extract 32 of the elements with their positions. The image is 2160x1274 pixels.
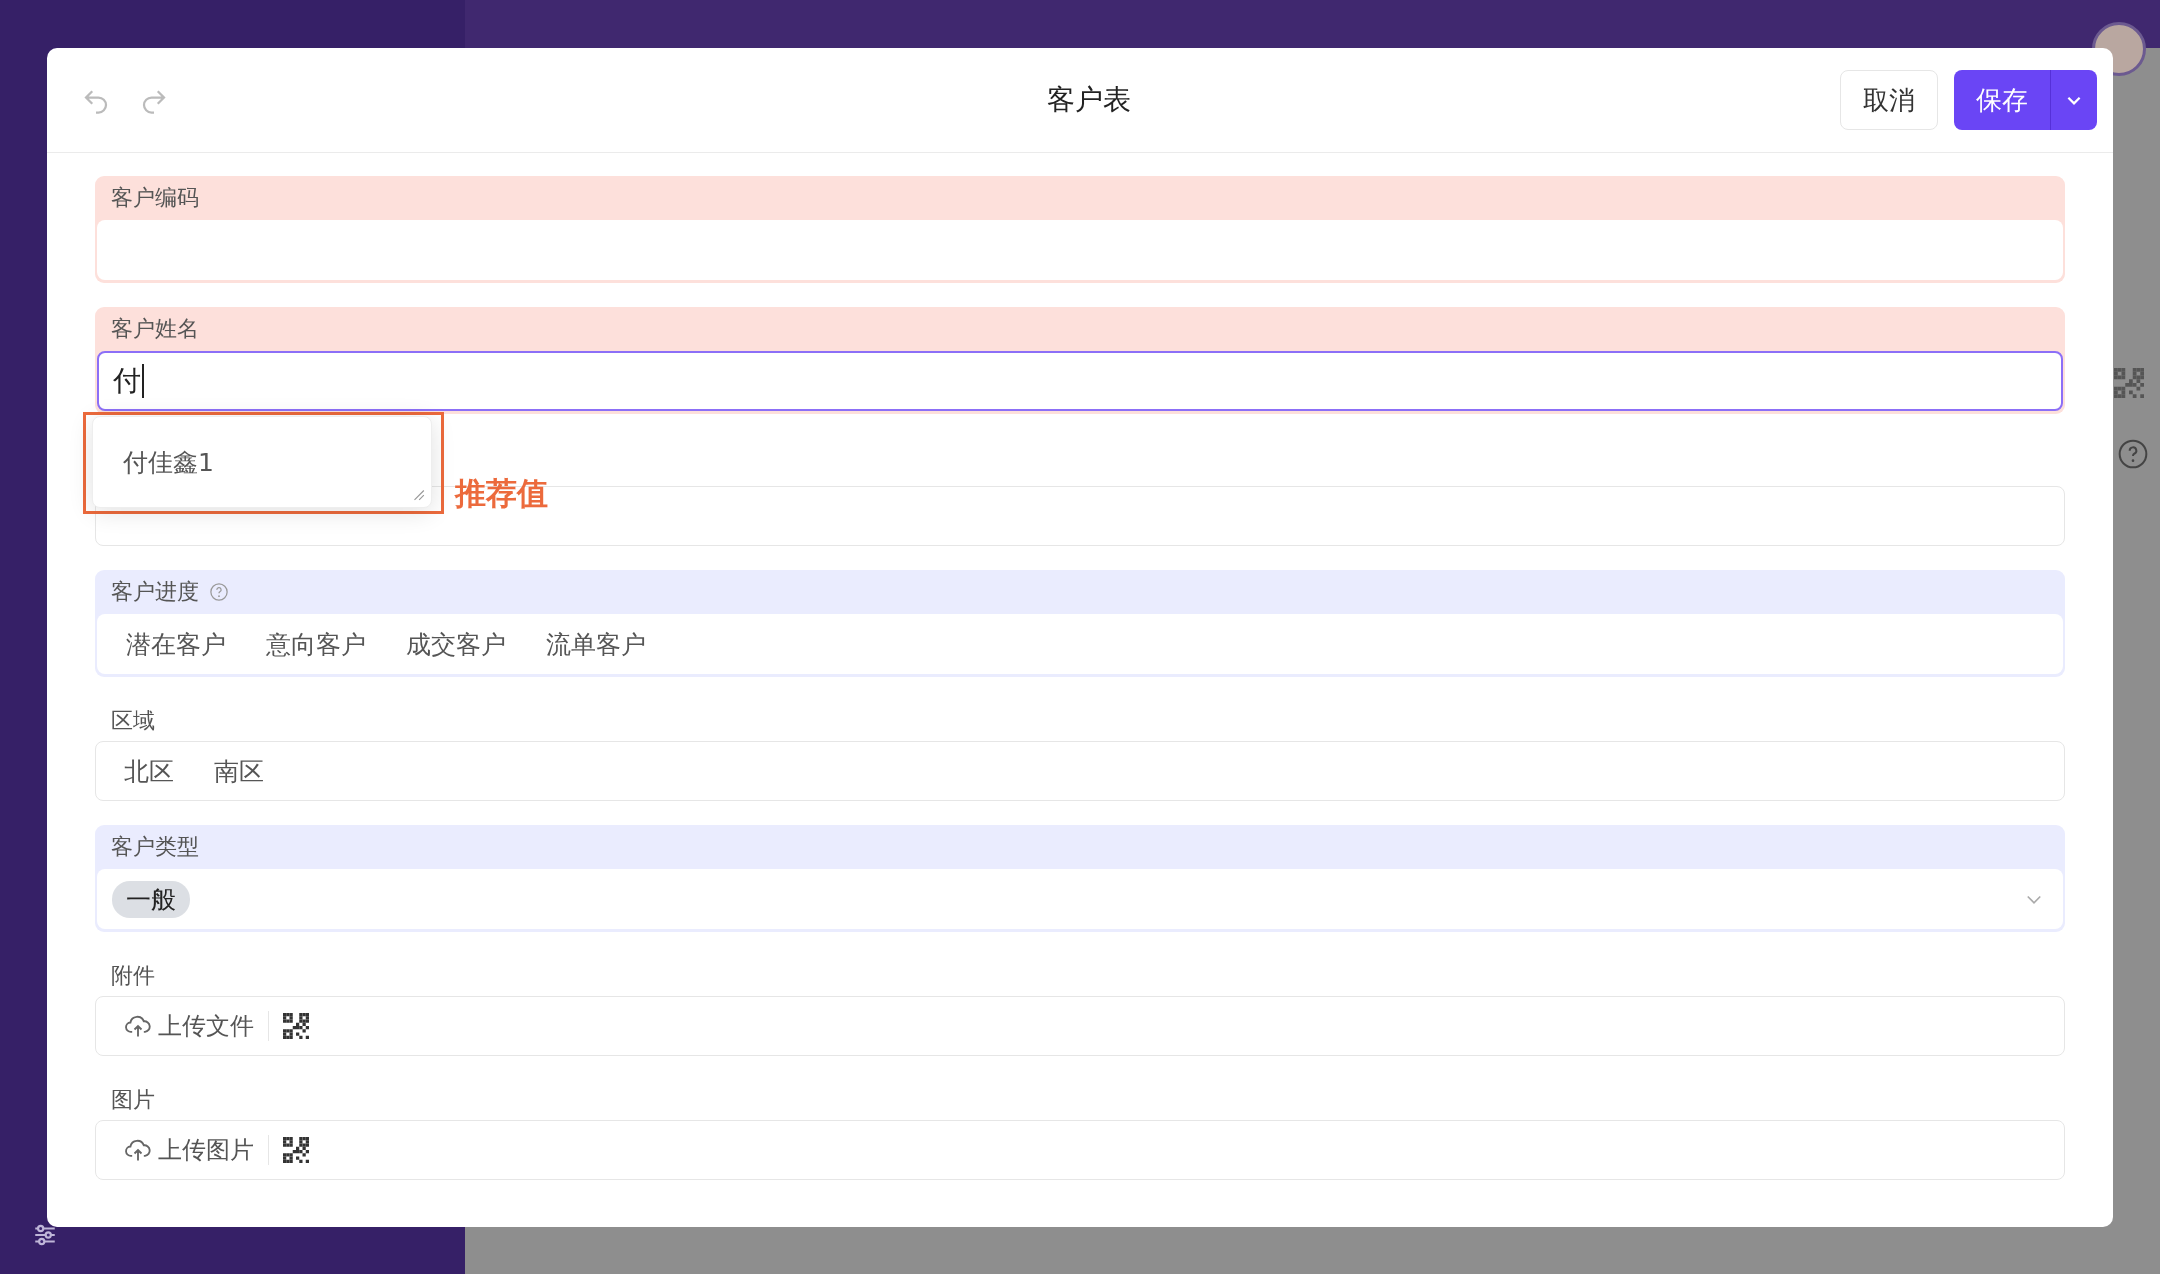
save-button[interactable]: 保存: [1954, 70, 2051, 130]
sliders-icon[interactable]: [32, 1222, 58, 1248]
option-item[interactable]: 意向客户: [266, 627, 366, 661]
field-label: 区域: [111, 707, 155, 735]
option-item[interactable]: 成交客户: [406, 627, 506, 661]
field-label: 客户姓名: [111, 315, 199, 343]
qr-code-icon[interactable]: [283, 1137, 309, 1163]
field-label: 客户编码: [111, 184, 199, 212]
input-field[interactable]: 付: [97, 351, 2063, 411]
field-label: 图片: [111, 1086, 155, 1114]
field-label: 附件: [111, 962, 155, 990]
tag: 一般: [112, 880, 190, 918]
upload-button[interactable]: 上传图片: [124, 1134, 254, 1166]
input-value: 付: [113, 363, 141, 399]
suggestion-item[interactable]: 付佳鑫1: [123, 445, 214, 479]
option-item[interactable]: 潜在客户: [126, 627, 226, 661]
option-item[interactable]: 流单客户: [546, 627, 646, 661]
field-label: 客户类型: [111, 833, 199, 861]
upload-button[interactable]: 上传文件: [124, 1010, 254, 1042]
qr-code-icon[interactable]: [283, 1013, 309, 1039]
dialog-title: 客户表: [1047, 82, 1131, 118]
text-cursor: [142, 364, 144, 398]
select-field[interactable]: 一般: [97, 869, 2063, 929]
input-field[interactable]: [97, 220, 2063, 280]
option-item[interactable]: 北区: [124, 754, 174, 788]
option-item[interactable]: 南区: [214, 754, 264, 788]
field-label: 客户进度: [111, 578, 199, 606]
annotation-label: 推荐值: [455, 474, 548, 513]
resize-grip-icon[interactable]: [411, 487, 425, 501]
help-icon[interactable]: [2117, 438, 2149, 470]
help-icon[interactable]: [209, 582, 229, 602]
cancel-button[interactable]: 取消: [1840, 70, 1938, 130]
